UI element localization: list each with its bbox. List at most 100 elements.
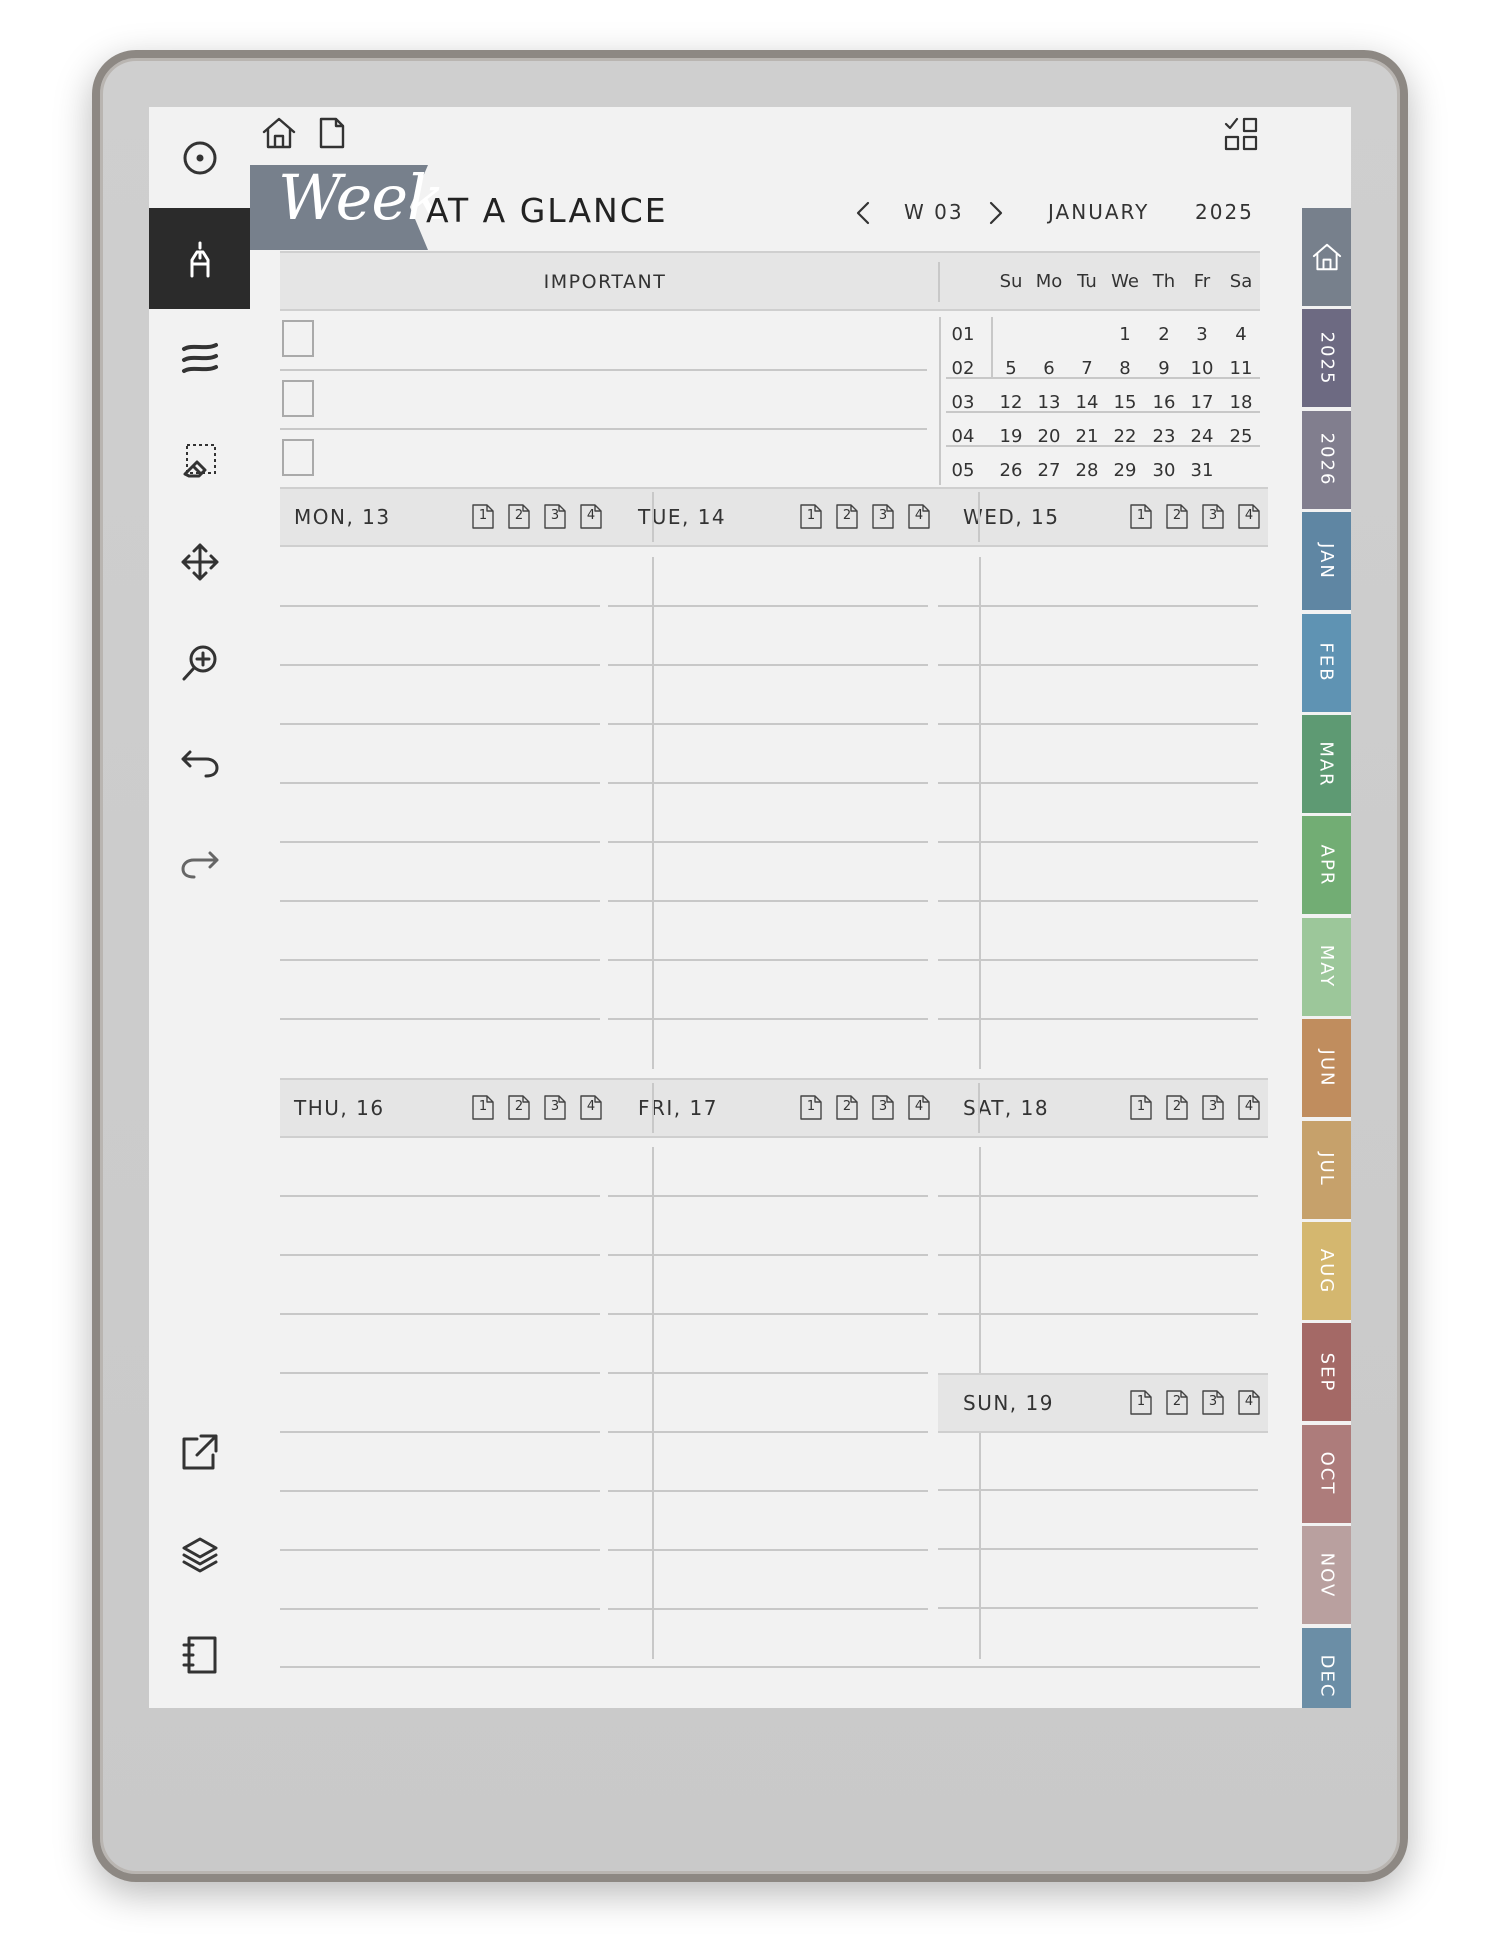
day-writing-line[interactable] <box>608 1549 928 1551</box>
day-writing-line[interactable] <box>938 1548 1258 1550</box>
calendar-day[interactable]: 1 <box>1107 324 1143 345</box>
day-page-link-2[interactable]: 2 <box>508 1095 530 1120</box>
day-writing-line[interactable] <box>280 1372 600 1374</box>
day-page-link-1[interactable]: 1 <box>1130 1095 1152 1120</box>
tab-sep[interactable]: SEP <box>1302 1323 1351 1424</box>
day-writing-line[interactable] <box>608 1608 928 1610</box>
day-writing-line[interactable] <box>608 1372 928 1374</box>
day-writing-line[interactable] <box>608 900 928 902</box>
calendar-day[interactable]: 3 <box>1184 324 1220 345</box>
day-writing-line[interactable] <box>608 1195 928 1197</box>
day-writing-line[interactable] <box>280 605 600 607</box>
day-writing-line[interactable] <box>938 723 1258 725</box>
important-line-1[interactable] <box>280 369 927 371</box>
tab-dec[interactable]: DEC <box>1302 1627 1351 1708</box>
day-page-link-4[interactable]: 4 <box>1238 1390 1260 1415</box>
day-page-link-2[interactable]: 2 <box>1166 1095 1188 1120</box>
day-writing-line[interactable] <box>608 1313 928 1315</box>
day-writing-line[interactable] <box>938 782 1258 784</box>
calendar-day[interactable]: 17 <box>1184 392 1220 413</box>
calendar-day[interactable]: 24 <box>1184 426 1220 447</box>
important-checkbox-3[interactable] <box>282 439 314 476</box>
day-writing-line[interactable] <box>608 1431 928 1433</box>
tab-home[interactable] <box>1302 208 1351 308</box>
undo-icon[interactable] <box>149 713 250 814</box>
tab-jun[interactable]: JUN <box>1302 1019 1351 1120</box>
important-checkbox-1[interactable] <box>282 320 314 357</box>
day-writing-line[interactable] <box>938 1018 1258 1020</box>
day-page-link-3[interactable]: 3 <box>544 1095 566 1120</box>
calendar-week-number[interactable]: 04 <box>945 426 981 447</box>
day-page-link-1[interactable]: 1 <box>1130 1390 1152 1415</box>
day-writing-line[interactable] <box>608 1490 928 1492</box>
day-writing-line[interactable] <box>938 841 1258 843</box>
day-writing-line[interactable] <box>608 723 928 725</box>
day-label[interactable]: SAT, 18 <box>963 1096 1049 1120</box>
month-link[interactable]: JANUARY <box>1048 200 1149 224</box>
day-page-link-3[interactable]: 3 <box>872 504 894 529</box>
tab-may[interactable]: MAY <box>1302 917 1351 1018</box>
day-writing-line[interactable] <box>938 1254 1258 1256</box>
day-writing-line[interactable] <box>280 723 600 725</box>
day-writing-line[interactable] <box>608 605 928 607</box>
menu-circle-icon[interactable] <box>149 107 250 208</box>
day-writing-line[interactable] <box>280 664 600 666</box>
day-writing-line[interactable] <box>608 959 928 961</box>
calendar-day[interactable]: 29 <box>1107 460 1143 481</box>
calendar-day[interactable]: 21 <box>1069 426 1105 447</box>
calendar-day[interactable]: 16 <box>1146 392 1182 413</box>
day-writing-line[interactable] <box>280 1254 600 1256</box>
calendar-day[interactable]: 31 <box>1184 460 1220 481</box>
notebook-icon[interactable] <box>149 1604 250 1705</box>
day-writing-line[interactable] <box>280 1431 600 1433</box>
day-label[interactable]: THU, 16 <box>294 1096 385 1120</box>
day-page-link-1[interactable]: 1 <box>800 504 822 529</box>
day-writing-line[interactable] <box>280 1549 600 1551</box>
calendar-day[interactable]: 19 <box>993 426 1029 447</box>
tab-feb[interactable]: FEB <box>1302 613 1351 714</box>
day-writing-line[interactable] <box>938 664 1258 666</box>
day-page-link-4[interactable]: 4 <box>1238 1095 1260 1120</box>
day-writing-line[interactable] <box>608 664 928 666</box>
day-label[interactable]: MON, 13 <box>294 505 391 529</box>
day-page-link-2[interactable]: 2 <box>1166 504 1188 529</box>
day-writing-line[interactable] <box>938 1489 1258 1491</box>
day-writing-line[interactable] <box>608 1018 928 1020</box>
calendar-day[interactable]: 14 <box>1069 392 1105 413</box>
day-page-link-4[interactable]: 4 <box>580 1095 602 1120</box>
strokes-icon[interactable] <box>149 309 250 410</box>
calendar-week-number[interactable]: 05 <box>945 460 981 481</box>
day-writing-line[interactable] <box>280 782 600 784</box>
day-label[interactable]: SUN, 19 <box>963 1391 1054 1415</box>
calendar-day[interactable]: 20 <box>1031 426 1067 447</box>
year-link[interactable]: 2025 <box>1195 200 1254 224</box>
day-writing-line[interactable] <box>938 959 1258 961</box>
tab-oct[interactable]: OCT <box>1302 1424 1351 1525</box>
tab-aug[interactable]: AUG <box>1302 1222 1351 1322</box>
calendar-day[interactable]: 6 <box>1031 358 1067 379</box>
calendar-week-number[interactable]: 01 <box>945 324 981 345</box>
calendar-day[interactable]: 13 <box>1031 392 1067 413</box>
day-writing-line[interactable] <box>280 959 600 961</box>
calendar-day[interactable]: 26 <box>993 460 1029 481</box>
eraser-select-icon[interactable] <box>149 410 250 511</box>
page-icon[interactable] <box>319 117 345 149</box>
calendar-day[interactable]: 28 <box>1069 460 1105 481</box>
day-page-link-4[interactable]: 4 <box>908 504 930 529</box>
share-icon[interactable] <box>149 1401 250 1502</box>
important-line-2[interactable] <box>280 428 927 430</box>
day-page-link-3[interactable]: 3 <box>544 504 566 529</box>
calendar-day[interactable]: 9 <box>1146 358 1182 379</box>
day-page-link-2[interactable]: 2 <box>836 504 858 529</box>
calendar-day[interactable]: 23 <box>1146 426 1182 447</box>
day-writing-line[interactable] <box>280 900 600 902</box>
calendar-day[interactable]: 12 <box>993 392 1029 413</box>
day-page-link-2[interactable]: 2 <box>508 504 530 529</box>
calendar-day[interactable]: 10 <box>1184 358 1220 379</box>
day-page-link-3[interactable]: 3 <box>872 1095 894 1120</box>
zoom-icon[interactable] <box>149 612 250 713</box>
day-page-link-2[interactable]: 2 <box>1166 1390 1188 1415</box>
day-page-link-4[interactable]: 4 <box>580 504 602 529</box>
day-page-link-3[interactable]: 3 <box>1202 504 1224 529</box>
checklist-grid-icon[interactable] <box>1224 117 1258 151</box>
